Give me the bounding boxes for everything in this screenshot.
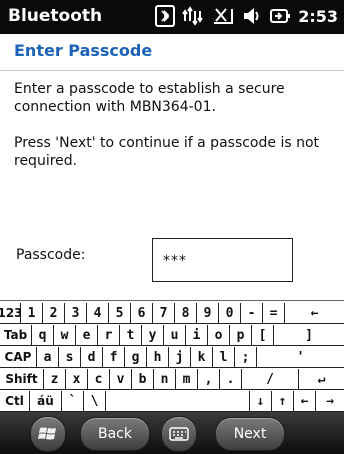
- key-backtick[interactable]: `: [62, 391, 84, 412]
- key-3[interactable]: 3: [65, 303, 87, 324]
- windows-logo-icon: [38, 427, 56, 440]
- keyboard-row-1: 123 1 2 3 4 5 6 7 8 9 0 - = ←: [0, 303, 344, 325]
- key-i[interactable]: i: [186, 325, 208, 346]
- status-icons: 2:53: [155, 5, 338, 27]
- key-g[interactable]: g: [125, 347, 147, 368]
- key-comma[interactable]: ,: [198, 369, 220, 390]
- key-1[interactable]: 1: [21, 303, 43, 324]
- passcode-input[interactable]: ***: [152, 238, 293, 282]
- key-semicolon[interactable]: ;: [235, 347, 257, 368]
- key-up[interactable]: ↑: [272, 391, 294, 412]
- connectivity-arrows-icon[interactable]: [182, 5, 204, 27]
- softkey-bar: Back Next: [0, 412, 344, 454]
- key-6[interactable]: 6: [131, 303, 153, 324]
- key-shift[interactable]: Shift: [0, 369, 44, 390]
- key-tab[interactable]: Tab: [0, 325, 32, 346]
- key-a[interactable]: a: [37, 347, 59, 368]
- key-s[interactable]: s: [59, 347, 81, 368]
- key-slash[interactable]: /: [242, 369, 299, 390]
- page-header: Enter Passcode: [0, 34, 344, 71]
- speaker-icon[interactable]: [242, 5, 262, 27]
- key-down[interactable]: ↓: [250, 391, 272, 412]
- key-w[interactable]: w: [54, 325, 76, 346]
- key-123[interactable]: 123: [0, 303, 23, 324]
- key-q[interactable]: q: [32, 325, 54, 346]
- key-period[interactable]: .: [220, 369, 242, 390]
- key-e[interactable]: e: [76, 325, 98, 346]
- key-right[interactable]: →: [316, 391, 344, 412]
- soft-keyboard: 123 1 2 3 4 5 6 7 8 9 0 - = ← Tab q w e …: [0, 300, 344, 413]
- key-enter[interactable]: ↵: [299, 369, 344, 390]
- key-n[interactable]: n: [154, 369, 176, 390]
- key-m[interactable]: m: [176, 369, 198, 390]
- key-left[interactable]: ←: [294, 391, 316, 412]
- keyboard-row-3: CAP a s d f g h j k l ; ': [0, 347, 344, 369]
- key-apostrophe[interactable]: ': [257, 347, 344, 368]
- key-p[interactable]: p: [230, 325, 252, 346]
- next-button[interactable]: Next: [215, 417, 285, 451]
- key-9[interactable]: 9: [197, 303, 219, 324]
- key-t[interactable]: t: [120, 325, 142, 346]
- bluetooth-icon[interactable]: [155, 5, 176, 27]
- key-backspace[interactable]: ←: [285, 303, 344, 324]
- key-o[interactable]: o: [208, 325, 230, 346]
- key-c[interactable]: c: [88, 369, 110, 390]
- key-8[interactable]: 8: [175, 303, 197, 324]
- clock[interactable]: 2:53: [298, 7, 338, 26]
- key-z[interactable]: z: [44, 369, 66, 390]
- key-h[interactable]: h: [147, 347, 169, 368]
- key-space[interactable]: [106, 391, 250, 412]
- key-u[interactable]: u: [164, 325, 186, 346]
- key-equals[interactable]: =: [263, 303, 285, 324]
- status-bar: Bluetooth 2:53: [0, 0, 344, 34]
- key-4[interactable]: 4: [87, 303, 109, 324]
- page-title: Enter Passcode: [14, 41, 153, 60]
- key-v[interactable]: v: [110, 369, 132, 390]
- key-5[interactable]: 5: [109, 303, 131, 324]
- key-caps[interactable]: CAP: [0, 347, 37, 368]
- key-minus[interactable]: -: [241, 303, 263, 324]
- key-r[interactable]: r: [98, 325, 120, 346]
- key-2[interactable]: 2: [43, 303, 65, 324]
- key-right-bracket[interactable]: ]: [274, 325, 344, 346]
- key-j[interactable]: j: [169, 347, 191, 368]
- keyboard-icon: [169, 427, 189, 441]
- key-7[interactable]: 7: [153, 303, 175, 324]
- key-ctl[interactable]: Ctl: [0, 391, 30, 412]
- instruction-next: Press 'Next' to continue if a passcode i…: [14, 135, 320, 169]
- key-0[interactable]: 0: [219, 303, 241, 324]
- key-d[interactable]: d: [81, 347, 103, 368]
- keyboard-row-4: Shift z x c v b n m , . / ↵: [0, 369, 344, 391]
- key-b[interactable]: b: [132, 369, 154, 390]
- signal-off-icon[interactable]: [211, 5, 235, 27]
- keyboard-toggle-button[interactable]: [161, 416, 197, 452]
- key-y[interactable]: y: [142, 325, 164, 346]
- app-title: Bluetooth: [8, 6, 103, 26]
- instruction-connect: Enter a passcode to establish a secure c…: [14, 81, 285, 115]
- key-f[interactable]: f: [103, 347, 125, 368]
- back-button[interactable]: Back: [80, 417, 150, 451]
- keyboard-row-5: Ctl áü ` \ ↓ ↑ ← →: [0, 391, 344, 413]
- start-button[interactable]: [30, 416, 66, 452]
- key-left-bracket[interactable]: [: [252, 325, 274, 346]
- key-intl[interactable]: áü: [30, 391, 62, 412]
- passcode-label: Passcode:: [16, 247, 86, 263]
- key-backslash[interactable]: \: [84, 391, 106, 412]
- key-x[interactable]: x: [66, 369, 88, 390]
- keyboard-row-2: Tab q w e r t y u i o p [ ]: [0, 325, 344, 347]
- instructions: Enter a passcode to establish a secure c…: [14, 80, 332, 188]
- key-k[interactable]: k: [191, 347, 213, 368]
- key-l[interactable]: l: [213, 347, 235, 368]
- battery-icon[interactable]: [269, 5, 291, 27]
